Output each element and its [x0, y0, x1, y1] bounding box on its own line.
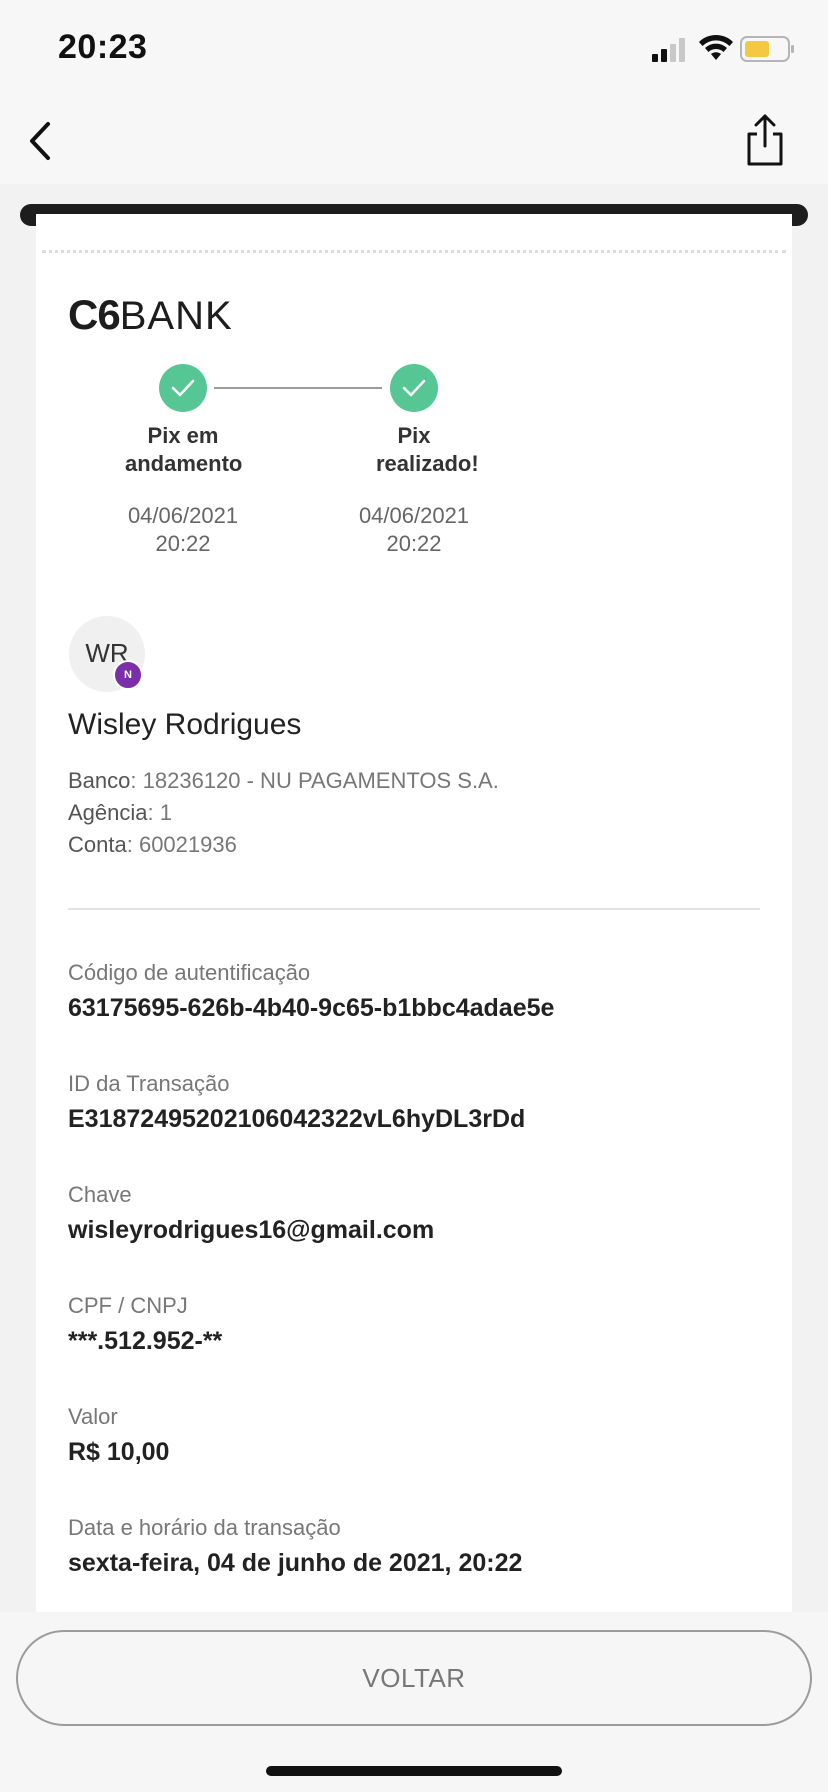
step-2-title: Pix realizado!	[376, 423, 479, 476]
logo-bank: BANK	[119, 294, 233, 338]
key-value: wisleyrodrigues16@gmail.com	[68, 1216, 435, 1244]
logo-c6: C6	[68, 291, 121, 338]
step-2-datetime: 04/06/2021 20:22	[314, 502, 514, 558]
check-icon	[171, 379, 195, 397]
step-2-time: 20:22	[386, 531, 442, 556]
bank-label: Banco	[68, 768, 131, 793]
battery-icon	[740, 36, 794, 62]
transaction-id-label: ID da Transação	[68, 1071, 230, 1096]
account-info: Conta: 60021936	[68, 832, 237, 857]
bottom-action-area: VOLTAR	[0, 1612, 828, 1792]
auth-code-value: 63175695-626b-4b40-9c65-b1bbc4adae5e	[68, 994, 555, 1022]
step-1-check	[159, 364, 207, 412]
avatar: WR N	[69, 616, 145, 692]
status-time: 20:23	[58, 28, 148, 66]
auth-code-label: Código de autentificação	[68, 960, 311, 985]
share-icon	[747, 114, 783, 166]
transaction-datetime-value: sexta-feira, 04 de junho de 2021, 20:22	[68, 1549, 523, 1577]
transaction-id-value: E31872495202106042322vL6hyDL3rDd	[68, 1105, 526, 1133]
back-button[interactable]	[20, 116, 60, 166]
home-indicator	[266, 1766, 562, 1776]
agency-value: 1	[159, 800, 172, 825]
status-bar: 20:23	[0, 0, 828, 100]
cellular-signal-icon	[652, 38, 685, 62]
amount-value: R$ 10,00	[68, 1438, 170, 1466]
timeline-connector	[214, 387, 382, 389]
cpf-cnpj-value: ***.512.952-**	[68, 1327, 223, 1355]
bank-info: Banco: 18236120 - NU PAGAMENTOS S.A.	[68, 768, 499, 793]
step-1-time: 20:22	[155, 531, 211, 556]
divider	[68, 908, 760, 910]
chevron-left-icon	[30, 122, 50, 160]
c6-bank-logo: C6 BANK	[68, 291, 233, 338]
account-label: Conta	[68, 832, 127, 857]
transaction-datetime-label: Data e horário da transação	[68, 1515, 341, 1540]
step-1-datetime: 04/06/2021 20:22	[83, 502, 283, 558]
agency-info: Agência: 1	[68, 800, 172, 825]
wifi-icon	[699, 34, 733, 60]
recipient-name: Wisley Rodrigues	[68, 708, 302, 741]
bank-badge: N	[113, 660, 143, 690]
key-label: Chave	[68, 1182, 132, 1207]
cpf-cnpj-label: CPF / CNPJ	[68, 1293, 188, 1318]
check-icon	[402, 379, 426, 397]
bank-value: 18236120 - NU PAGAMENTOS S.A.	[142, 768, 499, 793]
nav-bar	[0, 100, 828, 184]
perforation-line	[42, 250, 786, 253]
step-2-check	[390, 364, 438, 412]
account-value: 60021936	[138, 832, 237, 857]
share-button[interactable]	[740, 110, 790, 170]
voltar-button[interactable]: VOLTAR	[16, 1630, 812, 1726]
pix-receipt: C6 BANK Pix em andamento Pix realizado! …	[36, 214, 792, 1614]
voltar-label: VOLTAR	[362, 1662, 466, 1693]
amount-label: Valor	[68, 1404, 118, 1429]
step-1-title: Pix em andamento	[125, 423, 243, 476]
step-2-date: 04/06/2021	[358, 503, 470, 528]
agency-label: Agência	[68, 800, 148, 825]
step-1-date: 04/06/2021	[127, 503, 239, 528]
